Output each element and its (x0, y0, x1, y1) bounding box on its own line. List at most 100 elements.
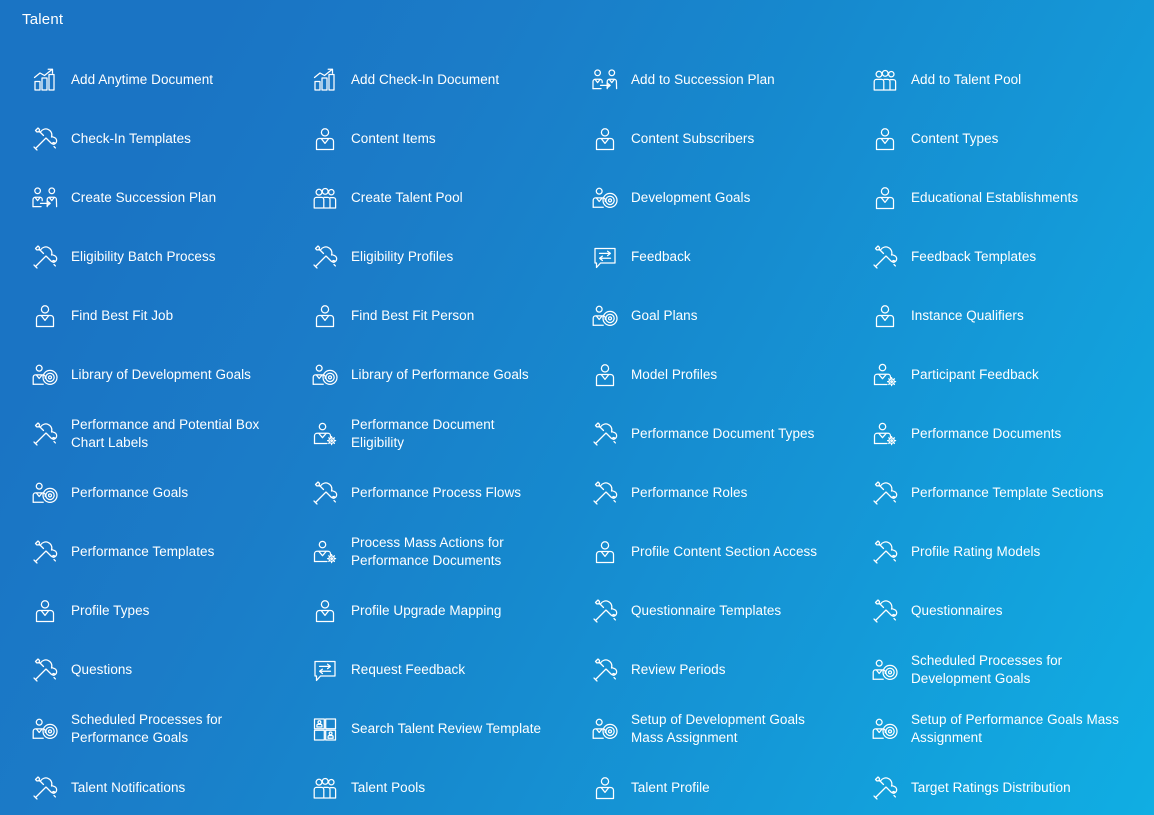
task-label: Questions (71, 661, 132, 679)
tools-setup-icon (870, 596, 900, 626)
task-link-content-subscribers[interactable]: Content Subscribers (560, 109, 840, 168)
task-label: Scheduled Processes for Development Goal… (911, 652, 1120, 687)
task-label: Participant Feedback (911, 366, 1039, 384)
task-link-profile-content-section-access[interactable]: Profile Content Section Access (560, 522, 840, 581)
task-link-model-profiles[interactable]: Model Profiles (560, 345, 840, 404)
tools-setup-icon (590, 655, 620, 685)
people-group-icon (310, 183, 340, 213)
person-profile-icon (870, 183, 900, 213)
task-label: Educational Establishments (911, 189, 1078, 207)
task-link-create-succession-plan[interactable]: Create Succession Plan (0, 168, 280, 227)
task-label: Performance Templates (71, 543, 214, 561)
task-link-find-best-fit-job[interactable]: Find Best Fit Job (0, 286, 280, 345)
person-target-icon (590, 183, 620, 213)
task-link-questions[interactable]: Questions (0, 640, 280, 699)
tools-setup-icon (30, 242, 60, 272)
task-link-add-to-succession-plan[interactable]: Add to Succession Plan (560, 50, 840, 109)
task-link-profile-rating-models[interactable]: Profile Rating Models (840, 522, 1134, 581)
task-link-performance-roles[interactable]: Performance Roles (560, 463, 840, 522)
person-target-icon (30, 478, 60, 508)
bar-chart-growth-icon (310, 65, 340, 95)
task-label: Goal Plans (631, 307, 698, 325)
task-link-profile-types[interactable]: Profile Types (0, 581, 280, 640)
task-link-review-periods[interactable]: Review Periods (560, 640, 840, 699)
box-chart-grid-icon (310, 714, 340, 744)
task-link-talent-pools[interactable]: Talent Pools (280, 758, 560, 815)
task-link-search-talent-review-template[interactable]: Search Talent Review Template (280, 699, 560, 758)
tools-setup-icon (310, 478, 340, 508)
talent-task-list-page: Talent Add Anytime Document Add Check-In… (0, 0, 1154, 815)
tools-setup-icon (590, 596, 620, 626)
person-profile-icon (310, 596, 340, 626)
task-link-educational-establishments[interactable]: Educational Establishments (840, 168, 1134, 227)
task-link-performance-document-eligibility[interactable]: Performance Document Eligibility (280, 404, 560, 463)
task-link-performance-and-potential-box-chart-labels[interactable]: Performance and Potential Box Chart Labe… (0, 404, 280, 463)
task-link-participant-feedback[interactable]: Participant Feedback (840, 345, 1134, 404)
task-label: Add Check-In Document (351, 71, 499, 89)
task-link-setup-of-performance-goals-mass-assignment[interactable]: Setup of Performance Goals Mass Assignme… (840, 699, 1134, 758)
task-link-scheduled-processes-for-performance-goals[interactable]: Scheduled Processes for Performance Goal… (0, 699, 280, 758)
task-label: Profile Types (71, 602, 149, 620)
person-profile-icon (870, 301, 900, 331)
task-link-performance-document-types[interactable]: Performance Document Types (560, 404, 840, 463)
person-target-icon (590, 301, 620, 331)
task-link-eligibility-batch-process[interactable]: Eligibility Batch Process (0, 227, 280, 286)
task-link-feedback-templates[interactable]: Feedback Templates (840, 227, 1134, 286)
two-people-transfer-icon (590, 65, 620, 95)
task-link-eligibility-profiles[interactable]: Eligibility Profiles (280, 227, 560, 286)
task-link-target-ratings-distribution[interactable]: Target Ratings Distribution (840, 758, 1134, 815)
person-gear-icon (870, 360, 900, 390)
task-label: Process Mass Actions for Performance Doc… (351, 534, 546, 569)
task-label: Library of Performance Goals (351, 366, 529, 384)
task-link-development-goals[interactable]: Development Goals (560, 168, 840, 227)
tools-setup-icon (30, 419, 60, 449)
person-profile-icon (30, 596, 60, 626)
task-label: Questionnaires (911, 602, 1003, 620)
task-link-find-best-fit-person[interactable]: Find Best Fit Person (280, 286, 560, 345)
task-label: Performance and Potential Box Chart Labe… (71, 416, 266, 451)
task-link-create-talent-pool[interactable]: Create Talent Pool (280, 168, 560, 227)
task-link-questionnaires[interactable]: Questionnaires (840, 581, 1134, 640)
task-label: Questionnaire Templates (631, 602, 781, 620)
task-link-add-to-talent-pool[interactable]: Add to Talent Pool (840, 50, 1134, 109)
task-link-performance-documents[interactable]: Performance Documents (840, 404, 1134, 463)
task-link-goal-plans[interactable]: Goal Plans (560, 286, 840, 345)
tools-setup-icon (590, 478, 620, 508)
task-label: Profile Content Section Access (631, 543, 817, 561)
task-link-feedback[interactable]: Feedback (560, 227, 840, 286)
task-link-content-items[interactable]: Content Items (280, 109, 560, 168)
task-link-talent-profile[interactable]: Talent Profile (560, 758, 840, 815)
task-link-performance-process-flows[interactable]: Performance Process Flows (280, 463, 560, 522)
task-label: Add Anytime Document (71, 71, 213, 89)
task-link-questionnaire-templates[interactable]: Questionnaire Templates (560, 581, 840, 640)
feedback-exchange-icon (310, 655, 340, 685)
task-label: Talent Pools (351, 779, 425, 797)
feedback-exchange-icon (590, 242, 620, 272)
task-label: Eligibility Batch Process (71, 248, 216, 266)
task-link-performance-template-sections[interactable]: Performance Template Sections (840, 463, 1134, 522)
task-link-instance-qualifiers[interactable]: Instance Qualifiers (840, 286, 1134, 345)
task-link-library-of-development-goals[interactable]: Library of Development Goals (0, 345, 280, 404)
task-link-request-feedback[interactable]: Request Feedback (280, 640, 560, 699)
tools-setup-icon (870, 478, 900, 508)
task-link-check-in-templates[interactable]: Check-In Templates (0, 109, 280, 168)
task-link-add-anytime-document[interactable]: Add Anytime Document (0, 50, 280, 109)
task-link-content-types[interactable]: Content Types (840, 109, 1134, 168)
task-link-setup-of-development-goals-mass-assignment[interactable]: Setup of Development Goals Mass Assignme… (560, 699, 840, 758)
task-link-library-of-performance-goals[interactable]: Library of Performance Goals (280, 345, 560, 404)
person-profile-icon (310, 301, 340, 331)
task-label: Profile Rating Models (911, 543, 1040, 561)
task-label: Feedback (631, 248, 691, 266)
task-link-performance-templates[interactable]: Performance Templates (0, 522, 280, 581)
task-link-performance-goals[interactable]: Performance Goals (0, 463, 280, 522)
person-profile-icon (590, 537, 620, 567)
task-link-scheduled-processes-for-development-goals[interactable]: Scheduled Processes for Development Goal… (840, 640, 1134, 699)
task-label: Content Subscribers (631, 130, 754, 148)
person-gear-icon (870, 419, 900, 449)
task-link-process-mass-actions-for-performance-documents[interactable]: Process Mass Actions for Performance Doc… (280, 522, 560, 581)
task-link-add-check-in-document[interactable]: Add Check-In Document (280, 50, 560, 109)
task-link-talent-notifications[interactable]: Talent Notifications (0, 758, 280, 815)
task-label: Talent Notifications (71, 779, 185, 797)
person-target-icon (590, 714, 620, 744)
task-link-profile-upgrade-mapping[interactable]: Profile Upgrade Mapping (280, 581, 560, 640)
